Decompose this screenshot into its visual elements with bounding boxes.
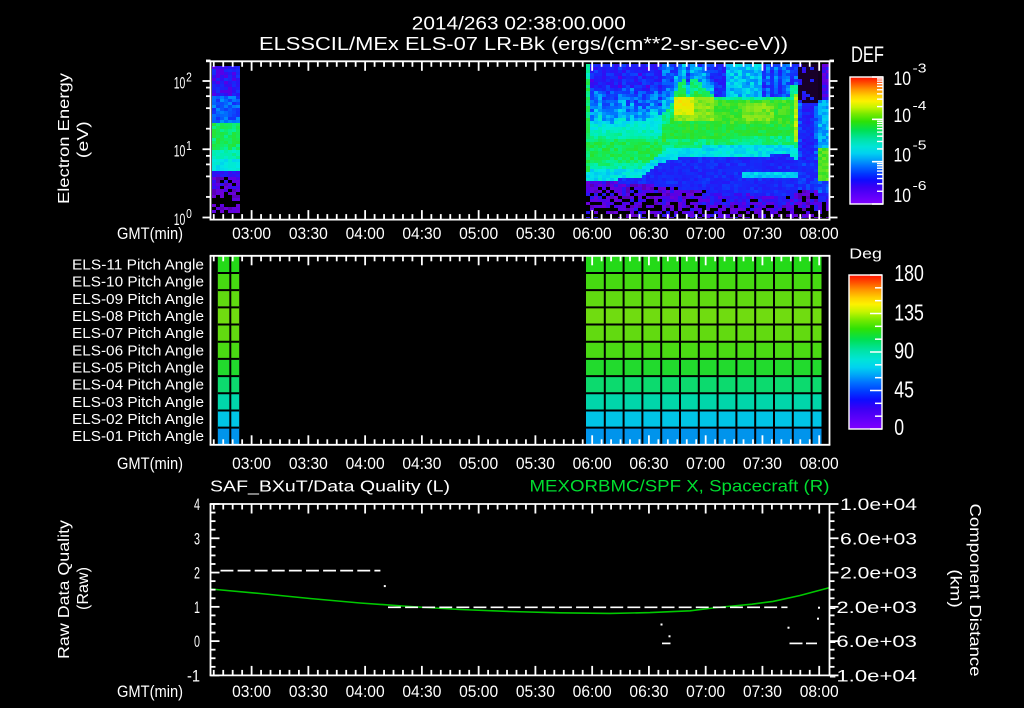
svg-text:06:30: 06:30	[629, 683, 668, 701]
svg-text:ELS-08 Pitch Angle: ELS-08 Pitch Angle	[72, 309, 204, 325]
svg-text:6.0e+03: 6.0e+03	[840, 529, 917, 548]
svg-text:Deg: Deg	[849, 246, 882, 263]
svg-text:05:00: 05:00	[459, 225, 498, 243]
svg-text:03:30: 03:30	[289, 455, 328, 473]
svg-text:ELS-09 Pitch Angle: ELS-09 Pitch Angle	[72, 292, 204, 308]
svg-text:06:30: 06:30	[629, 455, 668, 473]
svg-text:-6.0e+03: -6.0e+03	[829, 632, 917, 651]
svg-text:ELS-04 Pitch Angle: ELS-04 Pitch Angle	[72, 378, 204, 394]
svg-text:-6: -6	[913, 179, 927, 193]
svg-text:0: 0	[194, 633, 200, 651]
svg-text:10: 10	[894, 69, 912, 90]
svg-text:ELS-05 Pitch Angle: ELS-05 Pitch Angle	[72, 360, 204, 376]
svg-text:2014/263 02:38:00.000: 2014/263 02:38:00.000	[412, 14, 626, 34]
svg-text:05:00: 05:00	[459, 455, 498, 473]
svg-text:180: 180	[894, 260, 924, 286]
svg-text:3: 3	[194, 530, 200, 548]
svg-text:07:00: 07:00	[686, 225, 725, 243]
svg-text:06:00: 06:00	[573, 683, 612, 701]
svg-text:04:30: 04:30	[402, 225, 441, 243]
svg-text:SAF_BXuT/Data Quality (L): SAF_BXuT/Data Quality (L)	[210, 479, 450, 496]
svg-text:06:00: 06:00	[573, 225, 612, 243]
svg-text:04:30: 04:30	[402, 683, 441, 701]
svg-text:06:30: 06:30	[629, 225, 668, 243]
svg-text:GMT(min): GMT(min)	[117, 683, 183, 701]
svg-text:Electron Energy: Electron Energy	[56, 73, 73, 204]
svg-text:-2.0e+03: -2.0e+03	[829, 598, 917, 617]
svg-text:Raw Data Quality: Raw Data Quality	[56, 520, 73, 659]
svg-text:04:30: 04:30	[402, 455, 441, 473]
svg-text:04:00: 04:00	[346, 455, 385, 473]
svg-text:Component Distance: Component Distance	[966, 504, 983, 677]
svg-text:0: 0	[186, 207, 192, 221]
svg-text:10: 10	[894, 186, 912, 207]
svg-text:ELSSCIL/MEx ELS-07 LR-Bk (erg: ELSSCIL/MEx ELS-07 LR-Bk (ergs/(cm**2-sr…	[259, 34, 788, 54]
svg-text:GMT(min): GMT(min)	[117, 455, 183, 473]
svg-text:90: 90	[894, 338, 914, 364]
svg-text:03:30: 03:30	[289, 683, 328, 701]
svg-text:10: 10	[894, 146, 912, 167]
svg-text:1.0e+04: 1.0e+04	[840, 495, 917, 514]
svg-text:10: 10	[174, 142, 186, 161]
svg-text:ELS-07 Pitch Angle: ELS-07 Pitch Angle	[72, 326, 204, 342]
svg-text:ELS-11 Pitch Angle: ELS-11 Pitch Angle	[72, 257, 204, 273]
svg-text:2: 2	[186, 71, 192, 85]
svg-text:DEF: DEF	[851, 42, 884, 67]
svg-text:(km): (km)	[947, 569, 964, 608]
svg-text:10: 10	[174, 73, 186, 92]
svg-text:ELS-06 Pitch Angle: ELS-06 Pitch Angle	[72, 343, 204, 359]
svg-text:MEXORBMC/SPF X, Spacecraft (R): MEXORBMC/SPF X, Spacecraft (R)	[530, 477, 830, 496]
svg-text:45: 45	[894, 377, 914, 403]
svg-text:08:00: 08:00	[800, 683, 839, 701]
svg-text:1: 1	[186, 139, 192, 153]
svg-text:07:30: 07:30	[743, 225, 782, 243]
svg-text:-1: -1	[187, 667, 200, 685]
svg-text:ELS-02 Pitch Angle: ELS-02 Pitch Angle	[72, 412, 204, 428]
svg-text:1: 1	[194, 599, 200, 617]
svg-text:0: 0	[894, 414, 904, 440]
svg-text:-3: -3	[913, 62, 927, 76]
svg-text:06:00: 06:00	[573, 455, 612, 473]
svg-text:05:30: 05:30	[516, 225, 555, 243]
svg-text:-1.0e+04: -1.0e+04	[829, 666, 917, 685]
svg-text:10: 10	[894, 106, 912, 127]
svg-text:03:30: 03:30	[289, 225, 328, 243]
svg-text:-5: -5	[913, 138, 927, 152]
svg-text:05:30: 05:30	[516, 455, 555, 473]
svg-text:-4: -4	[913, 99, 927, 113]
svg-text:07:30: 07:30	[743, 683, 782, 701]
svg-text:07:00: 07:00	[686, 455, 725, 473]
svg-text:(eV): (eV)	[75, 121, 92, 158]
svg-text:135: 135	[894, 300, 924, 326]
svg-text:ELS-10 Pitch Angle: ELS-10 Pitch Angle	[72, 275, 204, 291]
svg-text:08:00: 08:00	[800, 455, 839, 473]
svg-text:03:00: 03:00	[232, 225, 271, 243]
svg-text:03:00: 03:00	[232, 683, 271, 701]
svg-text:03:00: 03:00	[232, 455, 271, 473]
svg-text:04:00: 04:00	[346, 683, 385, 701]
svg-text:04:00: 04:00	[346, 225, 385, 243]
svg-text:07:00: 07:00	[686, 683, 725, 701]
svg-text:ELS-01 Pitch Angle: ELS-01 Pitch Angle	[72, 429, 204, 445]
svg-text:10: 10	[174, 210, 186, 229]
svg-text:05:00: 05:00	[459, 683, 498, 701]
svg-text:(Raw): (Raw)	[75, 567, 92, 610]
svg-text:2.0e+03: 2.0e+03	[840, 564, 917, 583]
svg-text:07:30: 07:30	[743, 455, 782, 473]
svg-text:05:30: 05:30	[516, 683, 555, 701]
svg-text:08:00: 08:00	[800, 225, 839, 243]
svg-text:4: 4	[194, 496, 200, 514]
svg-text:ELS-03 Pitch Angle: ELS-03 Pitch Angle	[72, 395, 204, 411]
svg-text:2: 2	[194, 565, 200, 583]
